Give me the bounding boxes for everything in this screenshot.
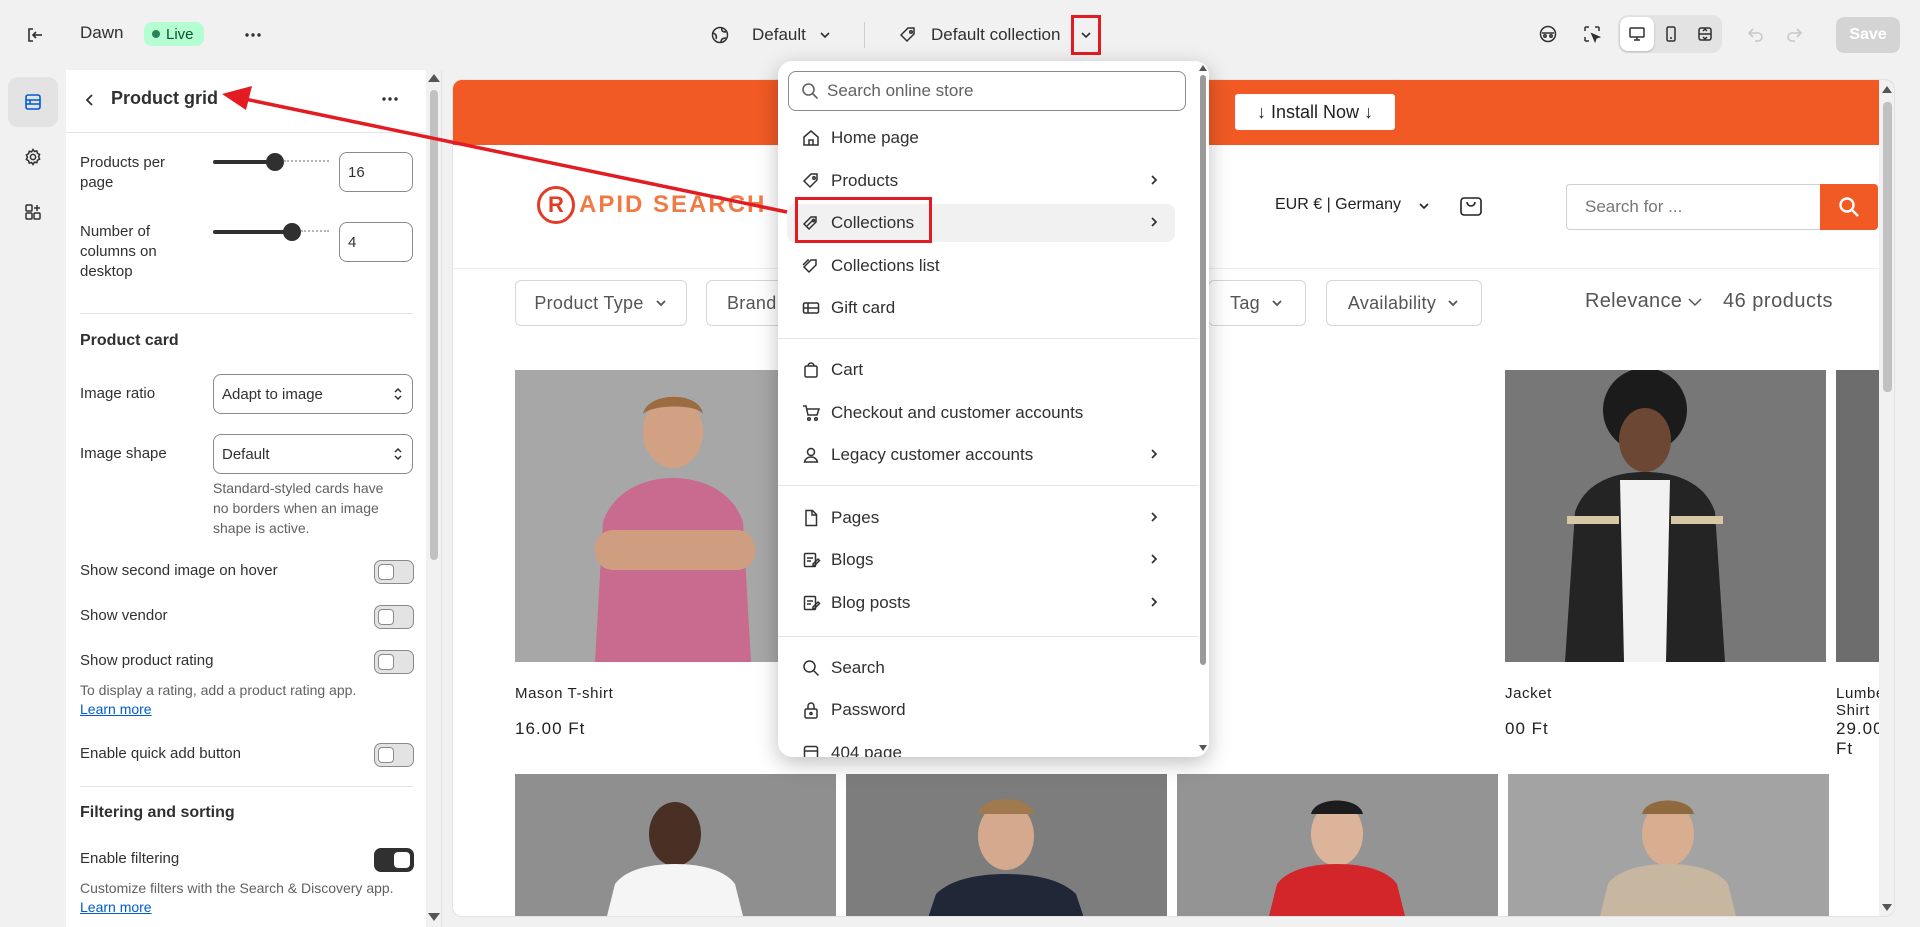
annotation-arrow [222,86,788,214]
